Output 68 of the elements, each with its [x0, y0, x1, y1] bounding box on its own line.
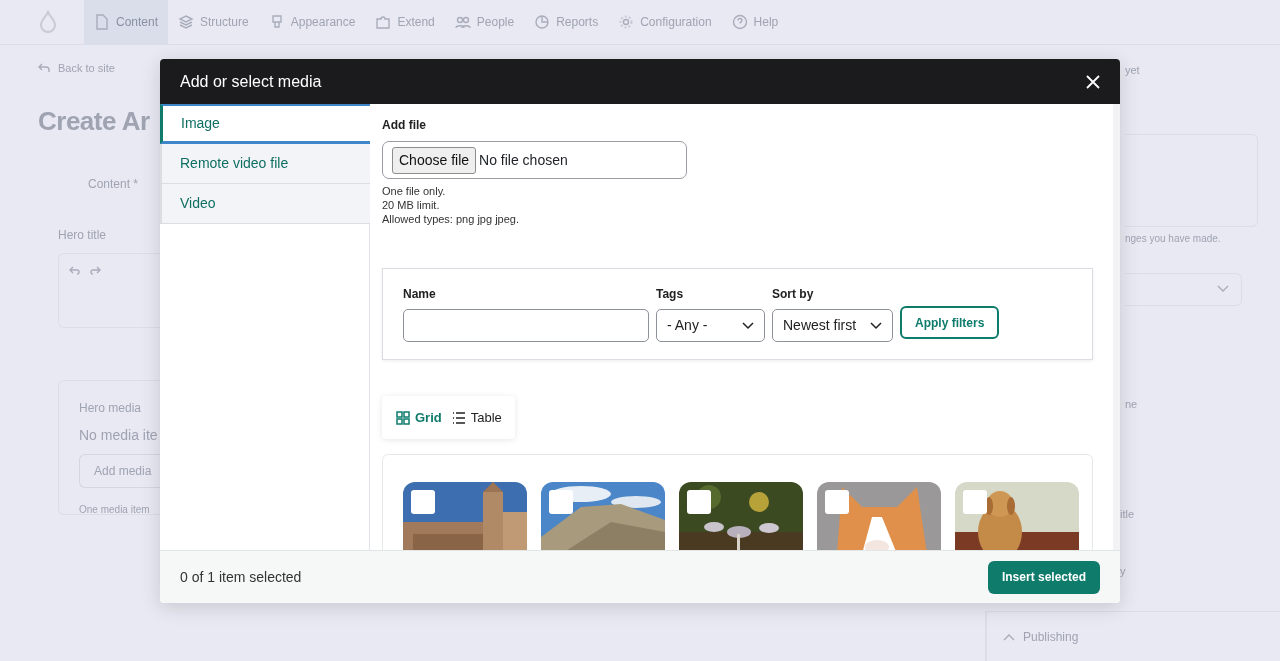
file-field[interactable]: Choose file No file chosen: [382, 141, 687, 179]
select-value: - Any -: [667, 316, 708, 335]
close-button[interactable]: [1086, 74, 1100, 89]
publishing-section[interactable]: Publishing: [985, 611, 1280, 661]
view-toggle[interactable]: Table: [449, 407, 504, 428]
help-text: Allowed types: png jpg jpeg.: [382, 212, 520, 226]
page-icon: [94, 14, 110, 30]
file-status: No file chosen: [479, 150, 568, 170]
select-checkbox[interactable]: [825, 490, 849, 514]
sidebar-text: ne: [1125, 396, 1139, 412]
tags-select[interactable]: - Any -: [656, 309, 765, 342]
view-toggle[interactable]: Grid: [394, 407, 444, 428]
pie-chart-icon: [534, 14, 551, 30]
back-link[interactable]: Back to site: [38, 60, 160, 77]
field-label: Tags: [656, 286, 685, 303]
field-label: Hero media: [79, 399, 143, 417]
empty-text: No media ite: [79, 425, 159, 445]
field-label: Sort by: [772, 286, 815, 303]
toolbar-item[interactable]: Extend: [365, 0, 445, 45]
select-checkbox[interactable]: [963, 490, 987, 514]
sort-select[interactable]: Newest first: [772, 309, 893, 342]
grid-icon: [396, 410, 410, 425]
toolbar-item[interactable]: Structure: [168, 0, 259, 45]
layers-icon: [178, 14, 195, 30]
help-text: One media item: [79, 502, 151, 517]
apply-filters-button[interactable]: Apply filters: [900, 306, 1000, 339]
field-label: Add file: [382, 117, 427, 134]
help-text: One file only.: [382, 184, 447, 198]
content-tab[interactable]: Content *: [88, 174, 160, 193]
selection-count: 0 of 1 item selected: [180, 567, 302, 587]
chevron-up-icon: [1003, 632, 1015, 641]
settings-icon: [618, 14, 635, 30]
help-icon: [731, 14, 748, 30]
toolbar-item[interactable]: People: [444, 0, 525, 45]
close-icon: [1086, 74, 1100, 89]
chevron-down-icon: [1217, 285, 1229, 293]
select-field[interactable]: [1125, 272, 1242, 306]
toolbar-item[interactable]: Content: [84, 0, 169, 45]
media-type-tab[interactable]: Remote video file: [160, 144, 370, 184]
list-icon: [451, 410, 466, 425]
chevron-down-icon: [742, 321, 754, 330]
select-checkbox[interactable]: [549, 490, 573, 514]
page-title: Create Ar: [38, 104, 150, 138]
modal-title: Add or select media: [180, 71, 322, 92]
toolbar-item[interactable]: Appearance: [258, 0, 366, 45]
field-label: Hero title: [58, 226, 108, 244]
name-field[interactable]: [403, 309, 649, 342]
logo-icon[interactable]: [38, 10, 58, 34]
toolbar-item[interactable]: Reports: [524, 0, 609, 45]
select-value: Newest first: [783, 316, 857, 335]
sidebar-text: y: [1120, 563, 1127, 579]
help-text: 20 MB limit.: [382, 198, 441, 212]
field-label: Name: [403, 286, 437, 303]
select-checkbox[interactable]: [687, 490, 711, 514]
people-icon: [454, 14, 471, 30]
chevron-down-icon: [870, 321, 882, 330]
choose-file-button[interactable]: Choose file: [392, 146, 477, 174]
back-arrow-icon: [38, 63, 50, 74]
select-checkbox[interactable]: [411, 490, 435, 514]
media-type-tab[interactable]: Video: [160, 184, 370, 224]
toolbar-item[interactable]: Help: [721, 0, 789, 45]
insert-selected-button[interactable]: Insert selected: [987, 560, 1100, 594]
undo-redo-icon[interactable]: [67, 264, 103, 277]
sidebar-text: itle: [1120, 507, 1136, 522]
media-type-tab[interactable]: Image: [160, 104, 370, 144]
toolbar-item[interactable]: Configuration: [608, 0, 722, 45]
sidebar-text: nges you have made.: [1125, 231, 1222, 246]
sidebar-text: yet: [1125, 63, 1141, 78]
